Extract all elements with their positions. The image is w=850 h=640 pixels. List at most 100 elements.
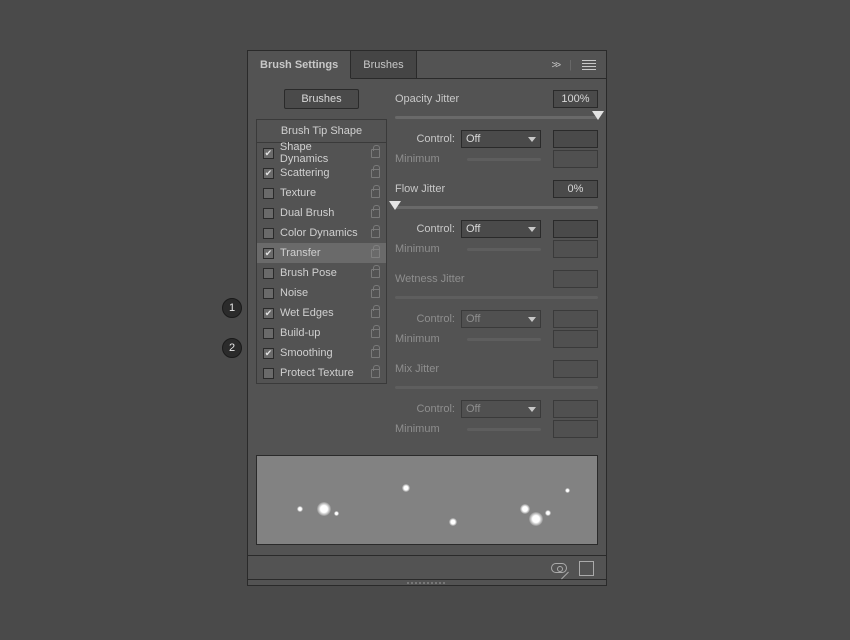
attr-label: Transfer [280, 247, 321, 259]
callout-2: 2 [222, 338, 242, 358]
opacity-control-value [553, 130, 598, 148]
transfer-settings-column: Opacity Jitter 100% Control: Off Minimum [395, 89, 598, 439]
attr-checkbox[interactable] [263, 328, 274, 339]
toggle-preview-icon[interactable] [551, 563, 567, 573]
opacity-minimum-value [553, 150, 598, 168]
panel-menu-icon[interactable] [582, 60, 596, 70]
attr-row-texture[interactable]: Texture [257, 183, 386, 203]
brush-attributes-list: Brush Tip Shape Shape Dynamics Scattering… [256, 119, 387, 384]
attr-checkbox[interactable] [263, 148, 274, 159]
attr-label: Build-up [280, 327, 320, 339]
attr-checkbox[interactable] [263, 348, 274, 359]
wetness-jitter-label: Wetness Jitter [395, 273, 465, 285]
lock-icon[interactable] [371, 169, 380, 178]
lock-icon[interactable] [371, 349, 380, 358]
attr-label: Protect Texture [280, 367, 354, 379]
attr-row-wet-edges[interactable]: Wet Edges [257, 303, 386, 323]
mix-control-value [553, 400, 598, 418]
attr-row-smoothing[interactable]: Smoothing [257, 343, 386, 363]
tab-brush-settings[interactable]: Brush Settings [248, 51, 351, 79]
lock-icon[interactable] [371, 309, 380, 318]
lock-icon[interactable] [371, 369, 380, 378]
attr-checkbox[interactable] [263, 368, 274, 379]
wetness-control-select: Off [461, 310, 541, 328]
attr-label: Wet Edges [280, 307, 334, 319]
mix-jitter-value [553, 360, 598, 378]
lock-icon[interactable] [371, 289, 380, 298]
mix-jitter-label: Mix Jitter [395, 363, 439, 375]
attr-checkbox[interactable] [263, 268, 274, 279]
tabbar-controls: | [551, 51, 606, 78]
callout-1: 1 [222, 298, 242, 318]
wetness-minimum-value [553, 330, 598, 348]
attr-row-scattering[interactable]: Scattering [257, 163, 386, 183]
brush-stroke-preview [256, 455, 598, 545]
attr-checkbox[interactable] [263, 188, 274, 199]
attr-checkbox[interactable] [263, 208, 274, 219]
brush-settings-panel: Brush Settings Brushes | Brushes Brush T… [247, 50, 607, 586]
attr-checkbox[interactable] [263, 308, 274, 319]
panel-body: Brushes Brush Tip Shape Shape Dynamics Sc… [248, 79, 606, 449]
opacity-minimum-label: Minimum [395, 153, 455, 165]
brush-attributes-column: Brushes Brush Tip Shape Shape Dynamics Sc… [256, 89, 387, 439]
attr-row-color-dynamics[interactable]: Color Dynamics [257, 223, 386, 243]
lock-icon[interactable] [371, 229, 380, 238]
mix-control-select: Off [461, 400, 541, 418]
attr-label: Color Dynamics [280, 227, 358, 239]
panel-footer [248, 555, 606, 579]
attr-checkbox[interactable] [263, 248, 274, 259]
attr-label: Texture [280, 187, 316, 199]
flow-control-label: Control: [395, 223, 455, 235]
mix-minimum-label: Minimum [395, 423, 455, 435]
attr-row-shape-dynamics[interactable]: Shape Dynamics [257, 143, 386, 163]
attr-row-brush-pose[interactable]: Brush Pose [257, 263, 386, 283]
attr-row-protect-texture[interactable]: Protect Texture [257, 363, 386, 383]
attr-label: Dual Brush [280, 207, 334, 219]
wetness-jitter-value [553, 270, 598, 288]
mix-minimum-value [553, 420, 598, 438]
flow-jitter-value[interactable]: 0% [553, 180, 598, 198]
opacity-jitter-label: Opacity Jitter [395, 93, 459, 105]
panel-resize-handle[interactable] [248, 579, 606, 585]
attr-label: Noise [280, 287, 308, 299]
flow-jitter-label: Flow Jitter [395, 183, 445, 195]
collapse-panel-icon[interactable] [551, 59, 559, 71]
lock-icon[interactable] [371, 249, 380, 258]
lock-icon[interactable] [371, 189, 380, 198]
flow-jitter-slider[interactable] [395, 201, 598, 213]
attr-checkbox[interactable] [263, 168, 274, 179]
flow-control-select[interactable]: Off [461, 220, 541, 238]
lock-icon[interactable] [371, 329, 380, 338]
panel-tabbar: Brush Settings Brushes | [248, 51, 606, 79]
opacity-control-label: Control: [395, 133, 455, 145]
flow-minimum-value [553, 240, 598, 258]
wetness-minimum-label: Minimum [395, 333, 455, 345]
wetness-control-value [553, 310, 598, 328]
mix-control-label: Control: [395, 403, 455, 415]
flow-control-value [553, 220, 598, 238]
attr-checkbox[interactable] [263, 288, 274, 299]
attr-row-build-up[interactable]: Build-up [257, 323, 386, 343]
lock-icon[interactable] [371, 209, 380, 218]
attr-row-dual-brush[interactable]: Dual Brush [257, 203, 386, 223]
attr-label: Scattering [280, 167, 330, 179]
attr-label: Brush Pose [280, 267, 337, 279]
wetness-control-label: Control: [395, 313, 455, 325]
attr-label: Smoothing [280, 347, 333, 359]
opacity-control-select[interactable]: Off [461, 130, 541, 148]
wetness-jitter-slider [395, 291, 598, 303]
lock-icon[interactable] [371, 149, 380, 158]
opacity-jitter-value[interactable]: 100% [553, 90, 598, 108]
attr-row-noise[interactable]: Noise [257, 283, 386, 303]
mix-jitter-slider [395, 381, 598, 393]
lock-icon[interactable] [371, 269, 380, 278]
attr-checkbox[interactable] [263, 228, 274, 239]
attr-label: Shape Dynamics [280, 141, 362, 165]
flow-minimum-label: Minimum [395, 243, 455, 255]
new-brush-icon[interactable] [581, 561, 594, 574]
attr-row-transfer[interactable]: Transfer [257, 243, 386, 263]
brush-tip-shape-item[interactable]: Brush Tip Shape [257, 120, 386, 143]
tab-brushes[interactable]: Brushes [351, 51, 416, 78]
brushes-button[interactable]: Brushes [284, 89, 358, 109]
opacity-jitter-slider[interactable] [395, 111, 598, 123]
